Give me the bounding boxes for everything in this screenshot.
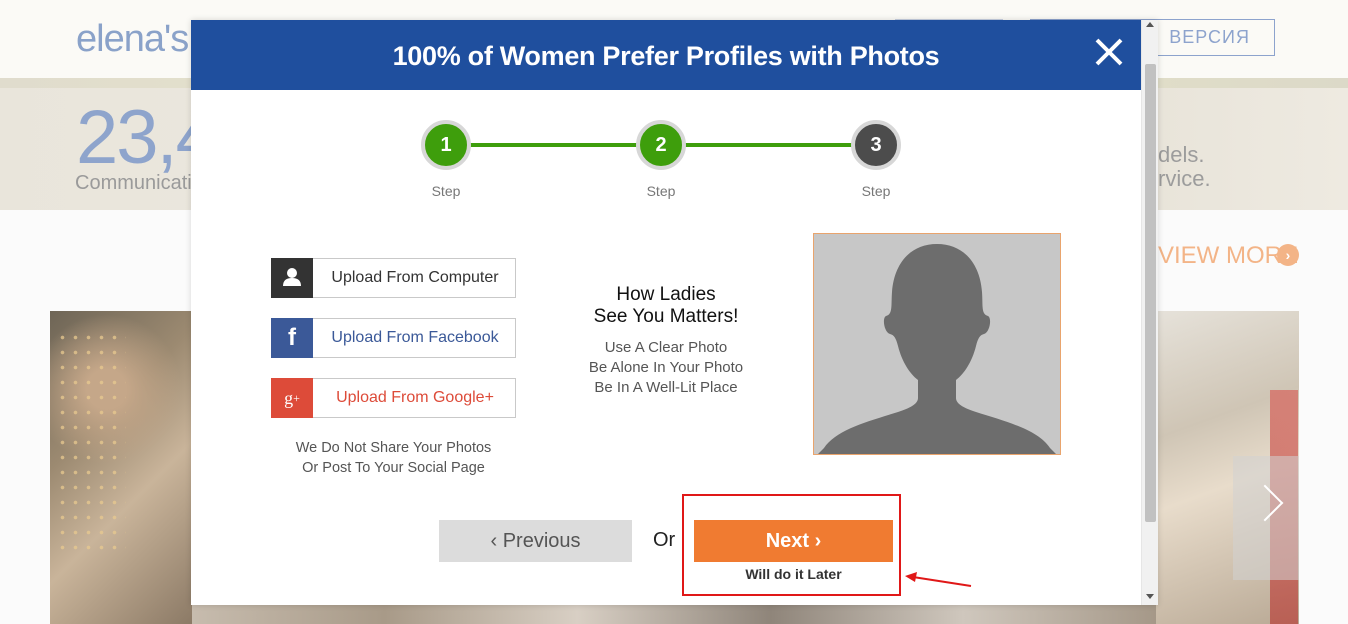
close-icon[interactable] [1091,34,1127,70]
step-3-label: Step [861,183,891,199]
banner-text-line1: dels. [1158,142,1205,167]
privacy-note-line1: We Do Not Share Your Photos [295,440,492,456]
photo-upload-modal: 100% of Women Prefer Profiles with Photo… [191,20,1158,605]
annotation-arrow-icon [905,572,972,587]
upload-from-google-button[interactable]: g+ Upload From Google+ [271,378,516,418]
upload-from-facebook-button[interactable]: f Upload From Facebook [271,318,516,358]
facebook-icon: f [271,318,313,358]
profile-thumbnails-strip[interactable] [192,605,1156,624]
tip-item: Be In A Well-Lit Place [594,379,738,396]
upload-facebook-label: Upload From Facebook [331,329,499,346]
scroll-down-icon[interactable] [1146,594,1154,599]
site-logo[interactable]: elena's [76,18,189,61]
upload-google-label: Upload From Google+ [336,389,494,406]
modal-scrollbar[interactable] [1141,20,1158,605]
step-3-indicator: 3 [851,120,901,170]
step-connector-1-2 [466,143,641,147]
modal-title: 100% of Women Prefer Profiles with Photo… [392,41,940,71]
scroll-up-icon[interactable] [1146,22,1154,27]
step-connector-2-3 [681,143,857,147]
tips-heading-line2: See You Matters! [593,306,739,327]
scroll-thumb[interactable] [1145,64,1156,522]
previous-button[interactable]: ‹ Previous [439,520,632,562]
or-separator: Or [653,529,676,551]
step-1-indicator: 1 [421,120,471,170]
step-2-indicator: 2 [636,120,686,170]
tips-heading: How Ladies See You Matters! [566,284,766,328]
upload-from-computer-button[interactable]: Upload From Computer [271,258,516,298]
modal-header: 100% of Women Prefer Profiles with Photo… [191,20,1141,90]
annotation-highlight-box [682,494,901,596]
silhouette-icon [818,244,1056,454]
bokeh-lights [56,330,126,550]
privacy-note: We Do Not Share Your Photos Or Post To Y… [271,438,516,478]
profile-photo-placeholder[interactable] [813,233,1061,455]
tips-list: Use A Clear Photo Be Alone In Your Photo… [566,338,766,398]
upload-computer-label: Upload From Computer [331,269,499,286]
banner-text-line2: rvice. [1158,166,1211,191]
tips-heading-line1: How Ladies [616,284,716,305]
tip-item: Use A Clear Photo [604,339,728,356]
tip-item: Be Alone In Your Photo [588,359,744,376]
step-2-label: Step [646,183,676,199]
stat-label: Communicatio [75,172,203,194]
step-1-label: Step [431,183,461,199]
privacy-note-line2: Or Post To Your Social Page [302,460,485,476]
google-plus-icon: g+ [271,378,313,418]
user-icon [271,258,313,298]
chevron-right-circle-icon[interactable]: › [1277,244,1299,266]
